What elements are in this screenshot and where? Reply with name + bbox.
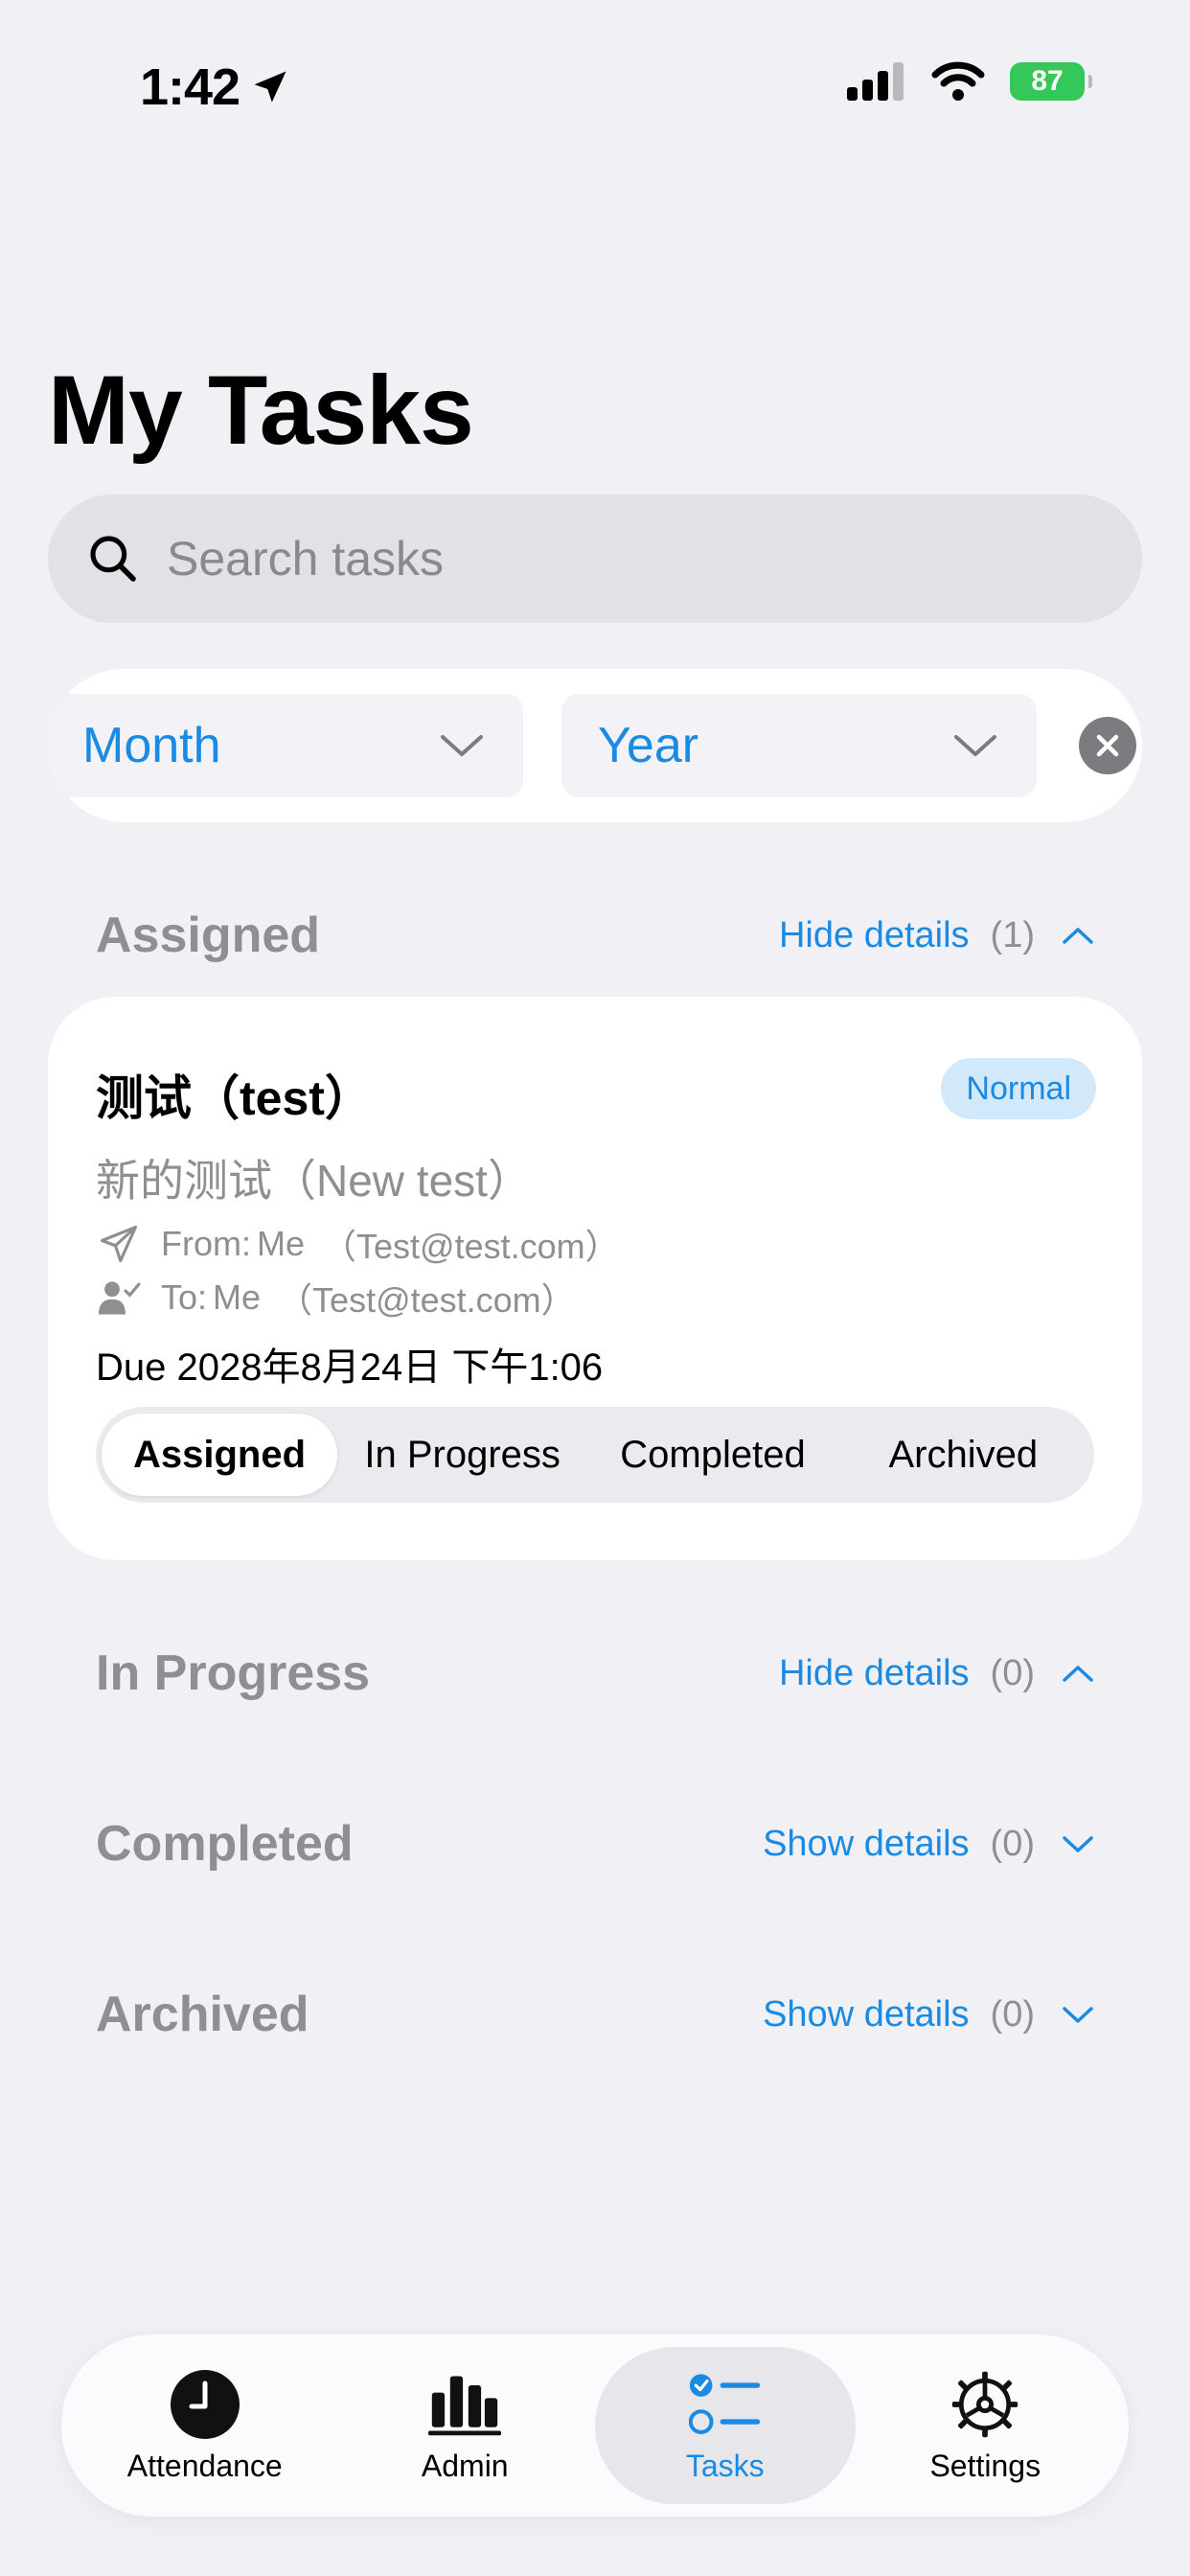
from-label: From: [161, 1224, 251, 1263]
tab-label: Attendance [126, 2448, 283, 2483]
checklist-icon [688, 2368, 762, 2441]
section-count: (0) [990, 1823, 1035, 1864]
status-segmented-control: Assigned In Progress Completed Archived [96, 1407, 1094, 1503]
tab-label: Admin [421, 2448, 509, 2483]
task-from-row: From: Me （Test@test.com） [96, 1219, 620, 1269]
status-option-in-progress[interactable]: In Progress [337, 1414, 587, 1496]
priority-label: Normal [966, 1070, 1071, 1107]
to-email: （Test@test.com） [278, 1280, 576, 1320]
month-dropdown[interactable]: Month [48, 694, 523, 797]
search-bar[interactable]: Search tasks [48, 494, 1142, 623]
status-option-assigned[interactable]: Assigned [102, 1414, 337, 1496]
search-icon [90, 536, 136, 582]
tab-attendance[interactable]: Attendance [75, 2347, 335, 2504]
section-header-in-progress: In Progress Hide details (0) [96, 1644, 1094, 1702]
toggle-label: Hide details [778, 1652, 970, 1693]
search-input[interactable]: Search tasks [167, 531, 444, 586]
clear-filters-button[interactable] [1079, 717, 1136, 774]
toggle-details-button[interactable]: Show details (0) [763, 1824, 1094, 1865]
gear-icon [949, 2368, 1021, 2441]
toggle-details-button[interactable]: Show details (0) [763, 1994, 1094, 2036]
task-card[interactable]: 测试（test） Normal 新的测试（New test） From: Me … [48, 997, 1142, 1560]
chevron-up-icon [1063, 928, 1093, 944]
tab-label: Tasks [685, 2448, 765, 2483]
task-to-row: To: Me （Test@test.com） [96, 1273, 576, 1322]
to-label: To: [161, 1277, 208, 1317]
status-option-completed[interactable]: Completed [587, 1414, 837, 1496]
chevron-up-icon [1063, 1666, 1093, 1682]
section-count: (0) [990, 1993, 1035, 2035]
status-bar-time: 1:42 [140, 58, 291, 117]
year-dropdown[interactable]: Year [561, 694, 1037, 797]
status-bar-indicators: 87 [847, 61, 1092, 102]
filter-row: Month Year [48, 669, 1142, 822]
toggle-details-button[interactable]: Hide details (1) [779, 915, 1094, 956]
battery-indicator: 87 [1010, 62, 1092, 101]
toggle-label: Hide details [778, 914, 970, 955]
tab-label: Settings [929, 2448, 1041, 2483]
tab-admin[interactable]: Admin [335, 2347, 596, 2504]
toggle-label: Show details [763, 1823, 970, 1864]
month-dropdown-label: Month [82, 718, 221, 773]
toggle-details-button[interactable]: Hide details (0) [779, 1653, 1094, 1694]
location-arrow-icon [254, 71, 286, 103]
priority-badge: Normal [941, 1058, 1096, 1119]
time-label: 1:42 [140, 58, 240, 116]
section-header-completed: Completed Show details (0) [96, 1815, 1094, 1873]
section-title: In Progress [96, 1645, 371, 1701]
battery-level: 87 [1031, 65, 1064, 97]
chevron-down-icon [1063, 2007, 1093, 2023]
section-count: (0) [990, 1652, 1035, 1693]
chevron-down-icon [954, 735, 996, 756]
section-title: Completed [96, 1816, 354, 1872]
from-email: （Test@test.com） [322, 1227, 620, 1266]
tab-tasks[interactable]: Tasks [595, 2347, 856, 2504]
section-header-assigned: Assigned Hide details (1) [96, 907, 1094, 964]
chevron-down-icon [1063, 1836, 1093, 1852]
section-count: (1) [990, 914, 1035, 955]
year-dropdown-label: Year [598, 718, 699, 773]
task-title: 测试（test） [96, 1071, 373, 1125]
to-name: Me [213, 1277, 262, 1317]
chevron-down-icon [441, 735, 483, 756]
tab-bar: Attendance Admin Tasks Settings [61, 2334, 1129, 2517]
section-header-archived: Archived Show details (0) [96, 1986, 1094, 2043]
close-icon [1096, 734, 1119, 757]
person-check-icon [96, 1275, 142, 1321]
cellular-signal-icon [847, 62, 904, 101]
wifi-icon [931, 61, 985, 101]
tab-settings[interactable]: Settings [856, 2347, 1116, 2504]
from-name: Me [257, 1224, 306, 1263]
toggle-label: Show details [763, 1993, 970, 2035]
clock-icon [169, 2368, 241, 2441]
due-date: Due 2028年8月24日 下午1:06 [96, 1346, 604, 1389]
page-title: My Tasks [48, 356, 474, 465]
bar-chart-icon [428, 2368, 502, 2441]
section-title: Assigned [96, 908, 321, 963]
section-title: Archived [96, 1987, 309, 2042]
task-description: 新的测试（New test） [96, 1156, 532, 1206]
paper-plane-icon [96, 1221, 142, 1267]
status-option-archived[interactable]: Archived [838, 1414, 1088, 1496]
